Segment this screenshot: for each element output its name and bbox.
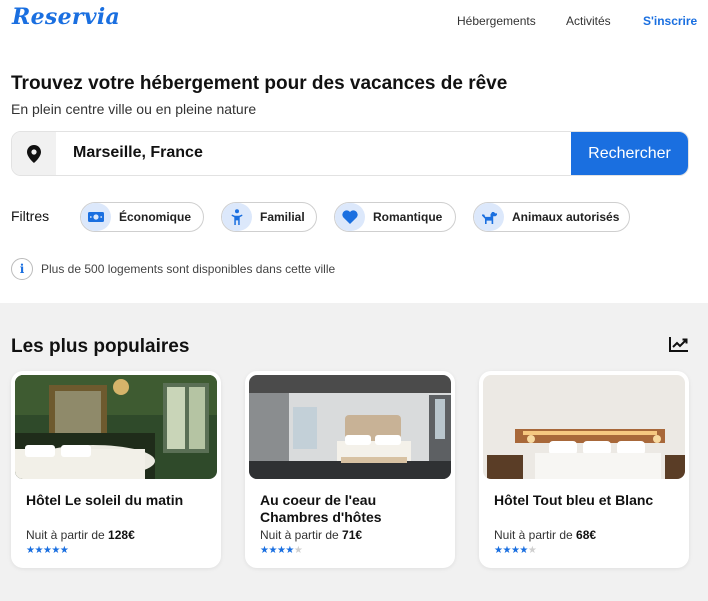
logo[interactable]: Reservia [12, 4, 120, 30]
hotel-rating: ★★★★★ [494, 545, 537, 556]
filter-label: Économique [119, 210, 192, 224]
star-filled-icon: ★ [34, 545, 43, 556]
filter-economique[interactable]: Économique [80, 202, 204, 232]
price-value: 71€ [342, 528, 363, 542]
hotel-card[interactable]: Hôtel Tout bleu et Blanc Nuit à partir d… [479, 371, 689, 568]
search-button[interactable]: Rechercher [571, 132, 688, 175]
header: Reservia Hébergements Activités S'inscri… [0, 0, 708, 44]
hotel-card[interactable]: Hôtel Le soleil du matin Nuit à partir d… [11, 371, 221, 568]
price-prefix: Nuit à partir de [26, 528, 105, 542]
info-icon: i [11, 258, 33, 280]
hotel-photo [483, 375, 685, 479]
filter-familial[interactable]: Familial [221, 202, 317, 232]
price-prefix: Nuit à partir de [260, 528, 339, 542]
hotel-rating: ★★★★★ [26, 545, 69, 556]
hotel-rating: ★★★★★ [260, 545, 303, 556]
nav-link-activites[interactable]: Activités [566, 14, 611, 28]
popular-section: Les plus populaires Hôtel Le soleil du m… [0, 303, 708, 601]
hotel-price: Nuit à partir de 71€ [260, 528, 362, 542]
popular-title: Les plus populaires [11, 336, 190, 357]
filter-label: Animaux autorisés [512, 210, 620, 224]
hotel-price: Nuit à partir de 128€ [26, 528, 135, 542]
star-filled-icon: ★ [59, 545, 69, 556]
hotel-name: Hôtel Le soleil du matin [26, 492, 184, 508]
hotel-name: Hôtel Tout bleu et Blanc [494, 492, 654, 508]
filter-label: Romantique [373, 210, 443, 224]
info-text: Plus de 500 logements sont disponibles d… [41, 262, 336, 276]
search-input[interactable] [73, 144, 553, 162]
filters-label: Filtres [11, 208, 50, 224]
star-filled-icon: ★ [502, 545, 511, 556]
hotel-name: Au coeur de l'eau Chambres d'hôtes [260, 492, 382, 525]
star-filled-icon: ★ [268, 545, 277, 556]
page-subtitle: En plein centre ville ou en pleine natur… [11, 101, 257, 117]
hotel-photo [249, 375, 451, 479]
hotel-price: Nuit à partir de 68€ [494, 528, 596, 542]
location-pin-icon [12, 132, 56, 175]
nav-link-sinscrire[interactable]: S'inscrire [643, 14, 697, 28]
dog-icon [474, 203, 504, 231]
price-value: 68€ [576, 528, 597, 542]
star-empty-icon: ★ [527, 545, 537, 556]
heart-icon [335, 203, 365, 231]
price-value: 128€ [108, 528, 135, 542]
star-empty-icon: ★ [293, 545, 303, 556]
price-prefix: Nuit à partir de [494, 528, 573, 542]
hotel-card[interactable]: Au coeur de l'eau Chambres d'hôtes Nuit … [245, 371, 455, 568]
filter-label: Familial [260, 210, 305, 224]
filter-romantique[interactable]: Romantique [334, 202, 456, 232]
search-bar: Rechercher [11, 131, 689, 176]
hotel-photo [15, 375, 217, 479]
money-icon [81, 203, 111, 231]
nav-link-hebergements[interactable]: Hébergements [457, 14, 536, 28]
filter-animaux[interactable]: Animaux autorisés [473, 202, 630, 232]
trending-up-icon[interactable] [669, 336, 689, 357]
person-icon [222, 203, 252, 231]
star-filled-icon: ★ [285, 545, 294, 556]
star-filled-icon: ★ [51, 545, 60, 556]
page-title: Trouvez votre hébergement pour des vacan… [11, 73, 508, 94]
star-filled-icon: ★ [519, 545, 528, 556]
